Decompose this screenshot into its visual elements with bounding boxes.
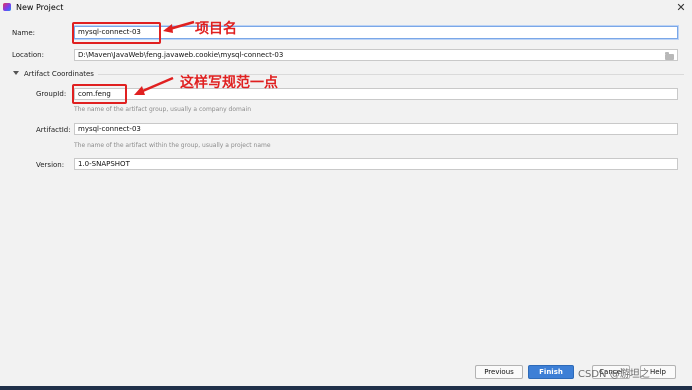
watermark: CSDN @游坦之: [578, 369, 650, 380]
finish-button[interactable]: Finish: [528, 365, 574, 379]
annotation-arrows: [134, 20, 195, 95]
groupid-annotation: 这样写规范一点: [180, 75, 278, 91]
name-annotation: 项目名: [195, 21, 237, 37]
previous-button[interactable]: Previous: [475, 365, 523, 379]
arrow-icon: [134, 76, 174, 95]
arrow-icon: [163, 20, 195, 33]
taskbar: [0, 386, 692, 390]
